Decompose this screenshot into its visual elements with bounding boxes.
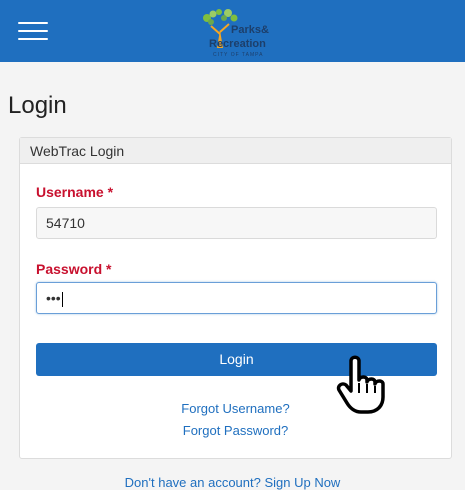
username-value: 54710 [46, 215, 85, 231]
login-card-title: WebTrac Login [30, 143, 125, 159]
logo-text-recreation: Recreation [209, 38, 266, 50]
top-navigation-bar: Parks& Recreation CITY OF TAMPA [0, 0, 465, 62]
login-card-header: WebTrac Login [20, 138, 451, 164]
logo-text-city: CITY OF TAMPA [213, 52, 264, 58]
password-value: ••• [46, 290, 61, 306]
page-title: Login [8, 92, 67, 119]
hamburger-menu-icon[interactable] [18, 21, 48, 41]
logo-text-parks: Parks& [231, 24, 269, 36]
username-input[interactable]: 54710 [36, 207, 437, 239]
forgot-password-link[interactable]: Forgot Password? [20, 423, 451, 438]
signup-link[interactable]: Don't have an account? Sign Up Now [0, 475, 465, 490]
parks-recreation-logo[interactable]: Parks& Recreation CITY OF TAMPA [195, 4, 285, 60]
password-label: Password * [36, 261, 112, 277]
password-input[interactable]: ••• [36, 282, 437, 314]
text-caret [61, 291, 63, 307]
hand-pointer-icon [336, 355, 385, 414]
username-label: Username * [36, 184, 114, 200]
